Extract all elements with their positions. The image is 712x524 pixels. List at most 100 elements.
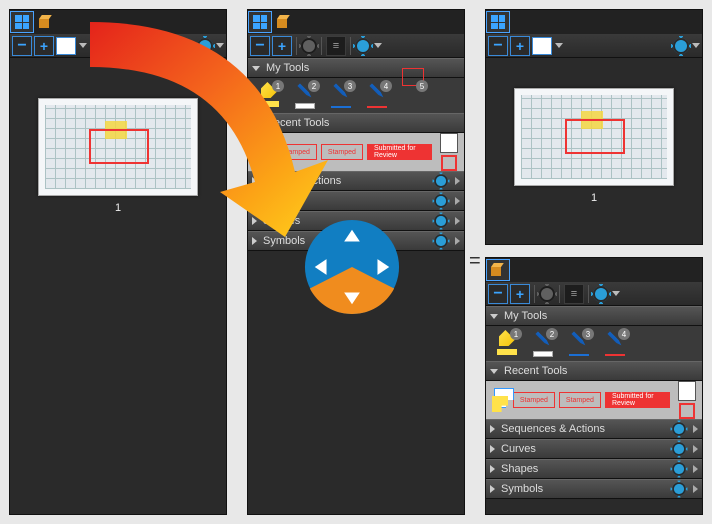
section-my-tools[interactable]: My Tools: [248, 58, 464, 78]
chevron-right-icon: [455, 177, 460, 185]
filter-button[interactable]: ≡: [326, 36, 346, 56]
expand-button[interactable]: +: [510, 284, 530, 304]
collapse-button[interactable]: −: [488, 36, 508, 56]
tool-pen[interactable]: 2: [290, 82, 320, 109]
gear-icon[interactable]: [434, 234, 448, 248]
recent-stamp[interactable]: Submitted for Review: [605, 392, 670, 408]
swatch: [295, 103, 315, 109]
section-sequences[interactable]: ences & Actions: [248, 171, 464, 191]
tool-highlighter[interactable]: 1: [254, 82, 284, 107]
recent-tools-strip: Stamped Stamped Submitted for Review: [486, 381, 702, 419]
page-combo[interactable]: [532, 37, 552, 55]
section-recent-tools[interactable]: Recent Tools: [486, 361, 702, 381]
chevron-down-icon: [490, 314, 498, 319]
gear-icon[interactable]: [434, 214, 448, 228]
section-symbols[interactable]: Symbols: [486, 479, 702, 499]
recent-polygon[interactable]: [254, 140, 271, 164]
recent-shape[interactable]: [440, 133, 458, 153]
section-label: Sequences & Actions: [501, 423, 665, 435]
recent-stamp[interactable]: Submitted for Review: [367, 144, 432, 160]
recent-stamp[interactable]: Stamped: [559, 392, 601, 408]
grid-icon: [491, 15, 505, 29]
swatch: [259, 101, 279, 107]
grid-icon: [253, 15, 267, 29]
swatch: [533, 351, 553, 357]
tool-highlighter[interactable]: 1: [492, 330, 522, 355]
section-my-tools[interactable]: My Tools: [486, 306, 702, 326]
recent-rect[interactable]: [679, 403, 695, 419]
gear-icon[interactable]: [672, 442, 686, 456]
tool-pen[interactable]: 4: [362, 82, 392, 108]
chevron-right-icon: [693, 425, 698, 433]
thumbnail-area: 1: [486, 58, 702, 204]
section-sequences[interactable]: Sequences & Actions: [486, 419, 702, 439]
page-combo[interactable]: [56, 37, 76, 55]
tab-3d[interactable]: [272, 11, 296, 33]
recent-stamp[interactable]: Stamped: [321, 144, 363, 160]
tab-row: [486, 10, 702, 34]
chevron-right-icon: [490, 465, 495, 473]
recent-polygon[interactable]: [492, 388, 509, 412]
section-shapes[interactable]: Shapes: [486, 459, 702, 479]
tab-grid[interactable]: [10, 11, 34, 33]
thumbnail-label: 1: [506, 192, 682, 204]
filter-icon: ≡: [333, 40, 339, 52]
wrench-icon[interactable]: [301, 38, 317, 54]
gear-icon[interactable]: [434, 174, 448, 188]
chevron-right-icon: [455, 237, 460, 245]
box3d-icon: [490, 263, 506, 277]
dropdown-icon: [555, 43, 563, 49]
gear-icon[interactable]: [672, 482, 686, 496]
expand-button[interactable]: +: [34, 36, 54, 56]
tab-row: [248, 10, 464, 34]
collapse-button[interactable]: −: [12, 36, 32, 56]
gear-icon[interactable]: [673, 38, 689, 54]
expand-button[interactable]: +: [510, 36, 530, 56]
recent-stamp[interactable]: Stamped: [513, 392, 555, 408]
toolbar: − +: [10, 34, 226, 58]
section-curves[interactable]: es: [248, 191, 464, 211]
chevron-right-icon: [693, 465, 698, 473]
chevron-right-icon: [455, 197, 460, 205]
gear-icon[interactable]: [197, 38, 213, 54]
tool-badge: 3: [344, 80, 356, 92]
tool-pen[interactable]: 2: [528, 330, 558, 357]
collapse-button[interactable]: −: [488, 284, 508, 304]
swatch: [605, 354, 625, 356]
tool-pen[interactable]: 4: [600, 330, 630, 356]
page-thumbnail[interactable]: [514, 88, 674, 186]
expand-button[interactable]: +: [272, 36, 292, 56]
wrench-icon[interactable]: [539, 286, 555, 302]
collapse-button[interactable]: −: [250, 36, 270, 56]
section-curves[interactable]: Curves: [486, 439, 702, 459]
page-thumbnail[interactable]: [38, 98, 198, 196]
tab-3d[interactable]: [486, 259, 510, 281]
section-label: Shapes: [501, 463, 665, 475]
navigation-disc[interactable]: [303, 218, 401, 316]
section-label: Curves: [501, 443, 665, 455]
tool-pen[interactable]: 3: [326, 82, 356, 108]
gear-icon[interactable]: [355, 38, 371, 54]
panel-toolchest-right: − + ≡ My Tools 1 2 3 4 Recent Tools Stam…: [485, 257, 703, 515]
gear-icon[interactable]: [593, 286, 609, 302]
chevron-right-icon: [252, 197, 257, 205]
tab-grid[interactable]: [486, 11, 510, 33]
minus-icon: −: [493, 41, 502, 51]
recent-rect[interactable]: [441, 155, 457, 171]
tab-3d[interactable]: [34, 11, 58, 33]
tab-row: [10, 10, 226, 34]
filter-button[interactable]: ≡: [564, 284, 584, 304]
tool-empty[interactable]: 5: [398, 82, 428, 86]
section-label: ences & Actions: [263, 175, 427, 187]
section-recent-tools[interactable]: Recent Tools: [248, 113, 464, 133]
gear-icon[interactable]: [434, 194, 448, 208]
recent-shape[interactable]: [678, 381, 696, 401]
section-label: My Tools: [266, 62, 460, 74]
tool-pen[interactable]: 3: [564, 330, 594, 356]
gear-icon[interactable]: [672, 462, 686, 476]
tab-grid[interactable]: [248, 11, 272, 33]
plus-icon: +: [516, 41, 524, 51]
plus-icon: +: [40, 41, 48, 51]
gear-icon[interactable]: [672, 422, 686, 436]
recent-stamp[interactable]: Stamped: [275, 144, 317, 160]
